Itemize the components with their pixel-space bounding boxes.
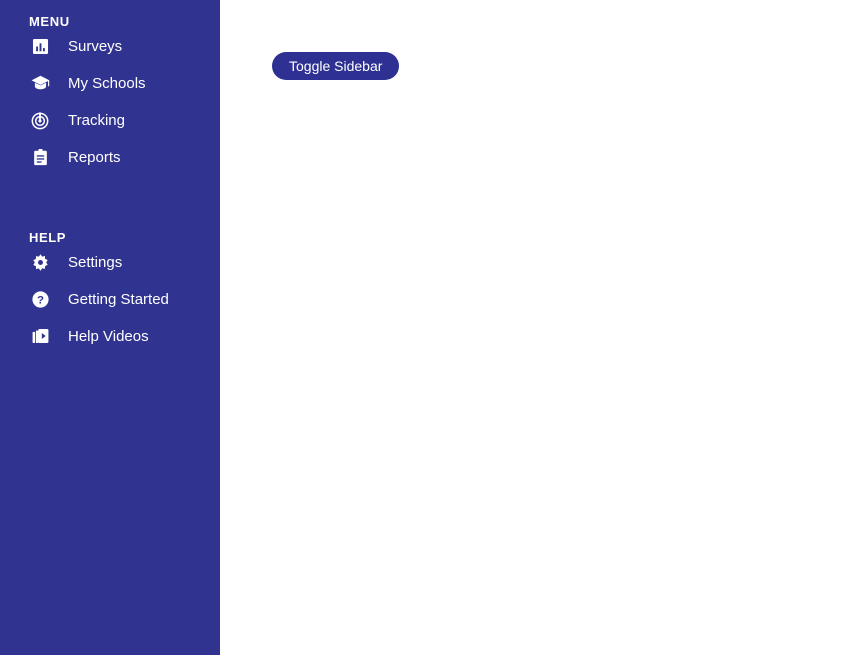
- sidebar-item-label-surveys: Surveys: [68, 38, 123, 55]
- main-content: Toggle Sidebar: [220, 0, 865, 655]
- bar-chart-box-icon: [29, 36, 51, 58]
- sidebar-item-getting-started[interactable]: ? Getting Started: [0, 281, 220, 318]
- sidebar-item-my-schools[interactable]: My Schools: [0, 65, 220, 102]
- sidebar-section-gap: [0, 176, 220, 231]
- radar-target-icon: [29, 110, 51, 132]
- toggle-sidebar-button[interactable]: Toggle Sidebar: [272, 52, 400, 80]
- sidebar-item-reports[interactable]: Reports: [0, 139, 220, 176]
- video-library-icon: [29, 326, 51, 348]
- sidebar-section-title-help: HELP: [29, 230, 67, 245]
- sidebar-item-label-help-videos: Help Videos: [68, 328, 149, 345]
- sidebar-item-label-getting-started: Getting Started: [68, 291, 169, 308]
- sidebar-item-surveys[interactable]: Surveys: [0, 28, 220, 65]
- sidebar-item-label-my-schools: My Schools: [68, 75, 146, 92]
- app-root: MENU Surveys My Schools Tracking Reports…: [0, 0, 865, 655]
- sidebar-section-title-menu: MENU: [29, 14, 70, 29]
- sidebar-item-settings[interactable]: Settings: [0, 244, 220, 281]
- gear-icon: [29, 252, 51, 274]
- sidebar-item-tracking[interactable]: Tracking: [0, 102, 220, 139]
- graduation-cap-icon: [29, 73, 51, 95]
- sidebar-item-help-videos[interactable]: Help Videos: [0, 318, 220, 355]
- clipboard-icon: [29, 147, 51, 169]
- question-circle-icon: ?: [29, 289, 51, 311]
- sidebar-section-menu: MENU Surveys My Schools Tracking Reports: [0, 0, 220, 176]
- sidebar-item-label-tracking: Tracking: [68, 112, 125, 129]
- svg-text:?: ?: [36, 295, 43, 307]
- sidebar-item-label-reports: Reports: [68, 149, 121, 166]
- sidebar: MENU Surveys My Schools Tracking Reports…: [0, 0, 220, 655]
- sidebar-help-list: Settings ? Getting Started Help Videos: [0, 244, 220, 355]
- sidebar-section-help: HELP Settings ? Getting Started Help Vid…: [0, 231, 220, 355]
- sidebar-item-label-settings: Settings: [68, 254, 123, 271]
- sidebar-menu-list: Surveys My Schools Tracking Reports: [0, 28, 220, 176]
